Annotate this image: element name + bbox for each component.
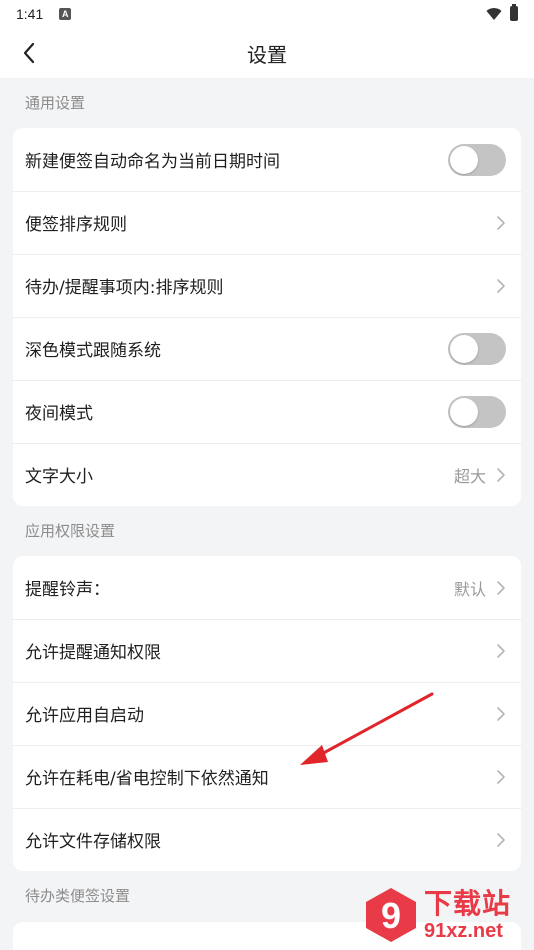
page-title: 设置 xyxy=(247,42,287,67)
watermark-text: 下载站 91xz.net xyxy=(424,887,512,943)
battery-icon xyxy=(510,4,518,21)
toggle-knob xyxy=(450,397,478,426)
row-label: 文字大小 xyxy=(25,467,93,487)
wifi-icon xyxy=(486,7,502,20)
auto-name-toggle[interactable] xyxy=(448,143,506,176)
ringtone-value: 默认 xyxy=(453,579,486,599)
dark-mode-toggle[interactable] xyxy=(448,332,506,365)
section-header-general: 通用设置 xyxy=(25,94,86,112)
row-auto-name-by-date[interactable]: 新建便签自动命名为当前日期时间 xyxy=(13,128,521,191)
notification-badge-icon: A xyxy=(59,8,72,20)
back-button[interactable] xyxy=(16,40,42,66)
chevron-left-icon xyxy=(23,42,35,64)
toggle-knob xyxy=(450,334,478,363)
row-label: 夜间模式 xyxy=(25,404,93,424)
row-font-size[interactable]: 文字大小 超大 xyxy=(13,443,521,506)
row-battery-notify-permission[interactable]: 允许在耗电/省电控制下依然通知 xyxy=(13,745,521,808)
toggle-knob xyxy=(450,145,478,174)
status-icons xyxy=(486,4,518,21)
app-bar: 设置 xyxy=(0,28,534,78)
status-time: 1:41 xyxy=(16,6,44,22)
row-label: 允许提醒通知权限 xyxy=(25,643,161,663)
row-todo-sort-rule[interactable]: 待办/提醒事项内:排序规则 xyxy=(13,254,521,317)
watermark-cn-text: 下载站 xyxy=(424,887,512,920)
row-autostart-permission[interactable]: 允许应用自启动 xyxy=(13,682,521,745)
chevron-right-icon xyxy=(497,215,505,230)
chevron-right-icon xyxy=(497,580,505,595)
row-label: 提醒铃声： xyxy=(25,580,110,600)
row-label: 新建便签自动命名为当前日期时间 xyxy=(25,152,280,172)
font-size-value: 超大 xyxy=(453,466,486,486)
settings-list: 通用设置 新建便签自动命名为当前日期时间 便签排序规则 待办/提醒事项内:排序规… xyxy=(0,78,534,921)
permissions-card: 提醒铃声： 默认 允许提醒通知权限 允许应用自启动 允许在耗电/省电控制下依然通… xyxy=(13,556,521,871)
row-dark-mode-follow-system[interactable]: 深色模式跟随系统 xyxy=(13,317,521,380)
chevron-right-icon xyxy=(497,706,505,721)
row-night-mode[interactable]: 夜间模式 xyxy=(13,380,521,443)
chevron-right-icon xyxy=(497,832,505,847)
row-label: 允许应用自启动 xyxy=(25,706,144,726)
row-label: 深色模式跟随系统 xyxy=(25,341,161,361)
row-reminder-ringtone[interactable]: 提醒铃声： 默认 xyxy=(13,556,521,619)
chevron-right-icon xyxy=(497,278,505,293)
chevron-right-icon xyxy=(497,643,505,658)
row-notification-permission[interactable]: 允许提醒通知权限 xyxy=(13,619,521,682)
status-bar: 1:41 A xyxy=(0,0,534,28)
row-label: 允许在耗电/省电控制下依然通知 xyxy=(25,769,269,789)
watermark-logo-icon: 9 xyxy=(366,888,416,942)
chevron-right-icon xyxy=(497,769,505,784)
row-storage-permission[interactable]: 允许文件存储权限 xyxy=(13,808,521,871)
chevron-right-icon xyxy=(497,467,505,482)
row-label: 待办/提醒事项内:排序规则 xyxy=(25,278,224,298)
row-label: 允许文件存储权限 xyxy=(25,832,161,852)
row-label: 便签排序规则 xyxy=(25,215,127,235)
night-mode-toggle[interactable] xyxy=(448,395,506,428)
watermark-url-text: 91xz.net xyxy=(424,920,503,942)
watermark: 9 下载站 91xz.net xyxy=(360,882,530,948)
row-note-sort-rule[interactable]: 便签排序规则 xyxy=(13,191,521,254)
general-settings-card: 新建便签自动命名为当前日期时间 便签排序规则 待办/提醒事项内:排序规则 深色模… xyxy=(13,128,521,506)
section-header-permissions: 应用权限设置 xyxy=(25,522,116,540)
svg-text:9: 9 xyxy=(381,895,401,936)
